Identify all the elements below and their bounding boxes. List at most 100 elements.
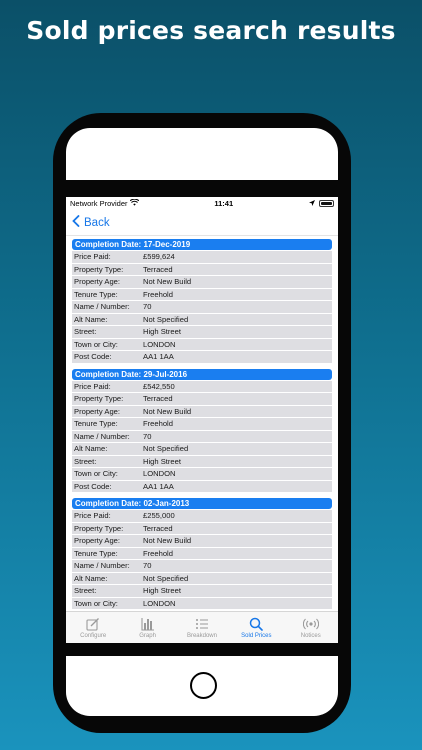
- result-row: Street: High Street: [72, 455, 332, 467]
- row-key: Town or City:: [74, 339, 118, 349]
- result-row: Post Code: AA1 1AA: [72, 351, 332, 363]
- row-value: AA1 1AA: [143, 481, 174, 491]
- row-value: £542,550: [143, 381, 175, 391]
- result-row: Price Paid: £255,000: [72, 510, 332, 522]
- result-row: Town or City: LONDON: [72, 468, 332, 480]
- result-row: Price Paid: £542,550: [72, 380, 332, 392]
- result-row: Property Type: Terraced: [72, 263, 332, 275]
- row-key: Name / Number:: [74, 302, 130, 311]
- bar-chart-icon: [141, 617, 155, 632]
- status-time: 11:41: [214, 199, 234, 208]
- edit-icon: [86, 617, 100, 632]
- row-value: Not New Build: [143, 406, 192, 416]
- row-key: Alt Name:: [74, 444, 108, 453]
- row-key: Street:: [74, 586, 97, 595]
- result-row: Property Age: Not New Build: [72, 276, 332, 288]
- row-value: AA1 1AA: [143, 352, 174, 361]
- phone-screen-top: [66, 128, 338, 180]
- result-row: Property Age: Not New Build: [72, 405, 332, 417]
- carrier-label: Network Provider: [70, 199, 128, 208]
- row-key: Street:: [74, 327, 97, 336]
- row-value: Terraced: [143, 523, 173, 533]
- app-screen: Network Provider 11:41 Back Completion D…: [66, 197, 338, 643]
- row-value: Not Specified: [143, 444, 189, 453]
- row-value: Freehold: [143, 548, 173, 558]
- battery-icon: [319, 200, 334, 207]
- row-value: Freehold: [143, 289, 173, 299]
- tab-label: Graph: [139, 632, 156, 639]
- tab-bar: Configure Graph Breakdown Sold Prices No…: [66, 611, 338, 643]
- row-value: £599,624: [143, 252, 175, 261]
- result-row: Alt Name: Not Specified: [72, 443, 332, 455]
- row-value: Terraced: [143, 394, 173, 403]
- result-row: Tenure Type: Freehold: [72, 288, 332, 300]
- row-value: High Street: [143, 456, 181, 466]
- row-key: Tenure Type:: [74, 289, 118, 299]
- tab-graph[interactable]: Graph: [121, 617, 175, 639]
- back-button[interactable]: Back: [84, 217, 110, 229]
- search-icon: [249, 617, 264, 632]
- results-list[interactable]: Completion Date: 17-Dec-2019 Price Paid:…: [66, 236, 338, 611]
- home-button[interactable]: [190, 672, 217, 699]
- row-value: Terraced: [143, 264, 173, 274]
- result-row: Alt Name: Not Specified: [72, 313, 332, 325]
- broadcast-icon: [302, 617, 319, 632]
- row-key: Alt Name:: [74, 573, 108, 583]
- result-row: Town or City: LONDON: [72, 597, 332, 609]
- row-value: 70: [143, 561, 152, 570]
- tab-breakdown[interactable]: Breakdown: [175, 617, 229, 639]
- row-key: Town or City:: [74, 598, 118, 608]
- row-key: Street:: [74, 456, 97, 466]
- row-key: Tenure Type:: [74, 419, 118, 428]
- row-key: Post Code:: [74, 481, 112, 491]
- tab-label: Sold Prices: [241, 632, 272, 639]
- row-value: LONDON: [143, 469, 176, 478]
- tab-notices[interactable]: Notices: [284, 617, 338, 639]
- headline: Sold prices search results: [26, 16, 396, 45]
- result-row: Post Code: AA1 1AA: [72, 480, 332, 492]
- section-header: Completion Date: 02-Jan-2013: [72, 498, 332, 509]
- location-arrow-icon: [309, 199, 315, 208]
- row-value: High Street: [143, 586, 181, 595]
- list-icon: [195, 617, 209, 632]
- row-key: Alt Name:: [74, 314, 108, 324]
- phone-notch-band: [66, 181, 338, 197]
- row-value: 70: [143, 302, 152, 311]
- result-row: Name / Number: 70: [72, 301, 332, 313]
- tab-label: Configure: [80, 632, 107, 639]
- result-section: Completion Date: 29-Jul-2016 Price Paid:…: [72, 368, 332, 492]
- row-value: 70: [143, 431, 152, 441]
- row-value: £255,000: [143, 511, 175, 520]
- result-row: Name / Number: 70: [72, 430, 332, 442]
- row-value: LONDON: [143, 339, 176, 349]
- tab-configure[interactable]: Configure: [66, 617, 120, 639]
- row-key: Post Code:: [74, 352, 112, 361]
- row-key: Property Age:: [74, 277, 121, 286]
- result-row: Street: High Street: [72, 585, 332, 597]
- tab-sold-prices[interactable]: Sold Prices: [229, 617, 283, 639]
- tab-label: Breakdown: [186, 632, 217, 639]
- row-key: Property Age:: [74, 406, 121, 416]
- result-row: Price Paid: £599,624: [72, 251, 332, 263]
- result-row: Street: High Street: [72, 326, 332, 338]
- row-key: Property Type:: [74, 394, 124, 403]
- row-key: Town or City:: [74, 469, 118, 478]
- row-value: Not New Build: [143, 536, 192, 545]
- section-header: Completion Date: 29-Jul-2016: [72, 368, 332, 380]
- chevron-left-icon[interactable]: [72, 214, 80, 231]
- row-value: LONDON: [143, 598, 176, 608]
- status-bar: Network Provider 11:41: [66, 197, 338, 210]
- result-row: Property Age: Not New Build: [72, 535, 332, 547]
- row-key: Price Paid:: [74, 252, 111, 261]
- result-row: Town or City: LONDON: [72, 338, 332, 350]
- row-value: Not New Build: [143, 277, 192, 286]
- row-key: Tenure Type:: [74, 548, 118, 558]
- result-row: Property Type: Terraced: [72, 393, 332, 405]
- result-row: Tenure Type: Freehold: [72, 418, 332, 430]
- row-value: High Street: [143, 327, 181, 336]
- row-key: Property Type:: [74, 264, 124, 274]
- nav-bar: Back: [66, 210, 338, 236]
- row-key: Property Type:: [74, 523, 124, 533]
- result-row: Tenure Type: Freehold: [72, 547, 332, 559]
- tab-label: Notices: [300, 632, 321, 639]
